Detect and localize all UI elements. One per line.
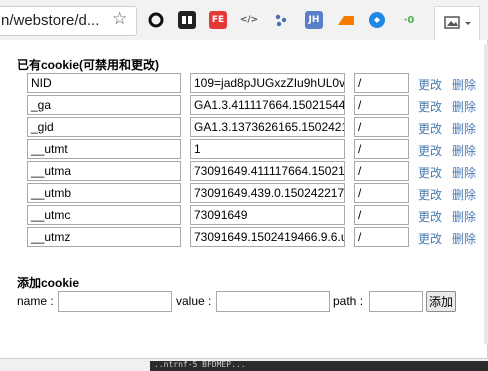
value-label: value :	[176, 294, 212, 308]
existing-cookies-heading: 已有cookie(可禁用和更改)	[17, 58, 160, 72]
cookie-name-field[interactable]: __utmb	[27, 183, 181, 203]
edit-link[interactable]: 更改	[418, 76, 442, 93]
url-text: n/webstore/d...	[1, 12, 100, 29]
delete-link[interactable]: 删除	[452, 164, 476, 181]
orange-extension-icon[interactable]	[337, 11, 355, 29]
name-label: name :	[17, 294, 54, 308]
delete-link[interactable]: 删除	[452, 230, 476, 247]
cookie-path-field[interactable]: /	[354, 117, 409, 137]
cookie-value-field[interactable]: 73091649.1502419466.9.6.utmcsr	[190, 227, 345, 247]
cookie-name-field[interactable]: __utmz	[27, 227, 181, 247]
diamond-extension-icon[interactable]	[368, 11, 386, 29]
cookie-value-field[interactable]: GA1.3.1373626165.150242184	[190, 117, 345, 137]
cookie-name-field[interactable]: __utmc	[27, 205, 181, 225]
cookie-value-field[interactable]: 1	[190, 139, 345, 159]
underlying-page-text: ..ntrnf-5 BFDMEP...	[154, 360, 246, 369]
underlying-page-strip: ..ntrnf-5 BFDMEP...	[0, 359, 488, 371]
fe-extension-icon[interactable]: FE	[209, 11, 227, 29]
cookie-path-field[interactable]: /	[354, 183, 409, 203]
cookie-path-field[interactable]: /	[354, 95, 409, 115]
cookie-name-field[interactable]: __utma	[27, 161, 181, 181]
delete-link[interactable]: 删除	[452, 120, 476, 137]
cookie-path-field[interactable]: /	[354, 205, 409, 225]
active-extension-button[interactable]	[434, 6, 480, 41]
path-label: path :	[333, 294, 364, 308]
cookie-path-field[interactable]: /	[354, 73, 409, 93]
delete-link[interactable]: 删除	[452, 186, 476, 203]
new-path-input[interactable]	[369, 291, 423, 312]
cookie-path-field[interactable]: /	[354, 227, 409, 247]
dots-extension-icon[interactable]	[272, 11, 290, 29]
delete-link[interactable]: 删除	[452, 98, 476, 115]
delete-link[interactable]: 删除	[452, 142, 476, 159]
cookie-name-field[interactable]: _gid	[27, 117, 181, 137]
edit-link[interactable]: 更改	[418, 208, 442, 225]
edit-link[interactable]: 更改	[418, 164, 442, 181]
cookie-name-field[interactable]: NID	[27, 73, 181, 93]
browser-toolbar: n/webstore/d... ☆ FE </> JH ·0	[0, 0, 488, 41]
edit-link[interactable]: 更改	[418, 120, 442, 137]
delete-link[interactable]: 删除	[452, 76, 476, 93]
add-cookie-heading: 添加cookie	[17, 276, 80, 290]
cookie-value-field[interactable]: GA1.3.411117664.1502154411	[190, 95, 345, 115]
cookie-path-field[interactable]: /	[354, 161, 409, 181]
edit-link[interactable]: 更改	[418, 142, 442, 159]
cookie-value-field[interactable]: 73091649	[190, 205, 345, 225]
new-name-input[interactable]	[58, 291, 172, 312]
cookie-name-field[interactable]: _ga	[27, 95, 181, 115]
cookie-value-field[interactable]: 73091649.411117664.150215441	[190, 161, 345, 181]
cookie-value-field[interactable]: 109=jad8pJUGxzZIu9hUL0vd	[190, 73, 345, 93]
cookie-name-field[interactable]: __utmt	[27, 139, 181, 159]
cookie-value-field[interactable]: 73091649.439.0.150242217	[190, 183, 345, 203]
code-extension-icon[interactable]: </>	[240, 11, 258, 29]
edit-link[interactable]: 更改	[418, 98, 442, 115]
zero-badge-icon[interactable]: ·0	[400, 11, 418, 29]
edit-link[interactable]: 更改	[418, 186, 442, 203]
underlying-page-dark-area: ..ntrnf-5 BFDMEP...	[150, 360, 488, 371]
media-extension-icon[interactable]	[178, 11, 196, 29]
image-icon	[444, 16, 471, 29]
edit-link[interactable]: 更改	[418, 230, 442, 247]
scrollbar[interactable]	[484, 44, 488, 344]
cookie-path-field[interactable]: /	[354, 139, 409, 159]
jh-extension-icon[interactable]: JH	[305, 11, 323, 29]
circle-extension-icon[interactable]	[147, 11, 165, 29]
delete-link[interactable]: 删除	[452, 208, 476, 225]
bookmark-star-icon[interactable]: ☆	[112, 10, 127, 27]
new-value-input[interactable]	[216, 291, 330, 312]
add-cookie-button[interactable]: 添加	[426, 291, 456, 312]
